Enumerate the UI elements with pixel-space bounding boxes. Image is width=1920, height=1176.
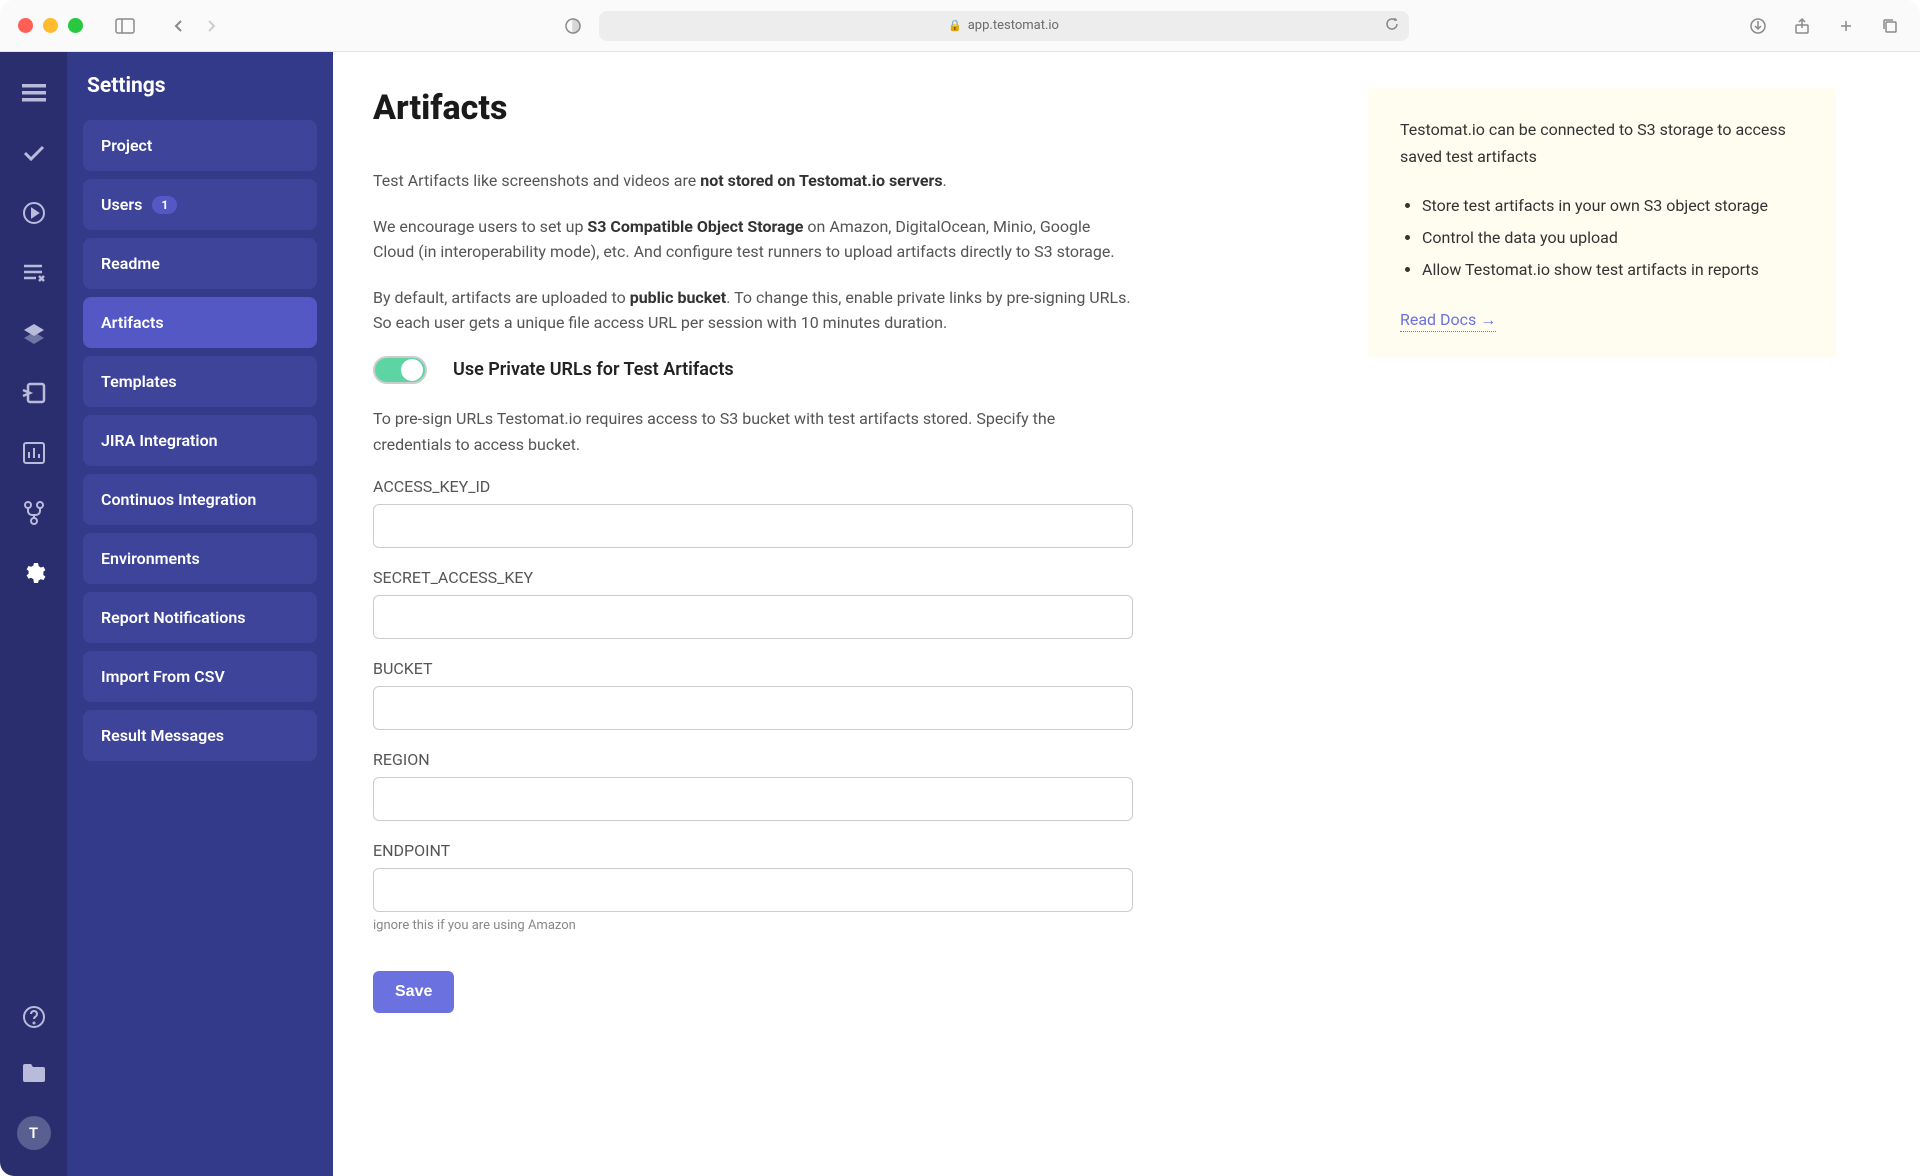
url-bar[interactable]: 🔒 app.testomat.io (599, 11, 1409, 41)
settings-sidebar: Settings Project Users1 Readme Artifacts… (67, 52, 333, 1176)
nav-rail: T (0, 52, 67, 1176)
description-3: By default, artifacts are uploaded to pu… (373, 285, 1133, 336)
sidebar-toggle-icon[interactable] (113, 14, 137, 38)
close-window-button[interactable] (18, 18, 33, 33)
sidebar-item-artifacts[interactable]: Artifacts (83, 297, 317, 348)
back-icon[interactable] (167, 14, 191, 38)
save-button[interactable]: Save (373, 971, 454, 1013)
sidebar-item-project[interactable]: Project (83, 120, 317, 171)
help-icon[interactable] (21, 1004, 47, 1030)
sidebar-item-templates[interactable]: Templates (83, 356, 317, 407)
info-text: Testomat.io can be connected to S3 stora… (1400, 116, 1804, 170)
list-icon[interactable] (21, 260, 47, 286)
sidebar-item-environments[interactable]: Environments (83, 533, 317, 584)
shield-icon[interactable] (561, 14, 585, 38)
chart-icon[interactable] (21, 440, 47, 466)
reload-icon[interactable] (1385, 17, 1399, 35)
window-controls (18, 18, 83, 33)
info-bullet: Control the data you upload (1422, 222, 1804, 254)
description-1: Test Artifacts like screenshots and vide… (373, 168, 1133, 194)
description-2: We encourage users to set up S3 Compatib… (373, 214, 1133, 265)
read-docs-link[interactable]: Read Docs → (1400, 310, 1496, 332)
sidebar-item-jira[interactable]: JIRA Integration (83, 415, 317, 466)
sidebar-item-notifications[interactable]: Report Notifications (83, 592, 317, 643)
new-tab-icon[interactable] (1834, 14, 1858, 38)
endpoint-input[interactable] (373, 868, 1133, 912)
maximize-window-button[interactable] (68, 18, 83, 33)
sidebar-item-ci[interactable]: Continuos Integration (83, 474, 317, 525)
tabs-icon[interactable] (1878, 14, 1902, 38)
endpoint-hint: ignore this if you are using Amazon (373, 918, 1328, 933)
description-4: To pre-sign URLs Testomat.io requires ac… (373, 406, 1133, 457)
sidebar-item-readme[interactable]: Readme (83, 238, 317, 289)
sidebar-item-result-messages[interactable]: Result Messages (83, 710, 317, 761)
branch-icon[interactable] (21, 500, 47, 526)
region-input[interactable] (373, 777, 1133, 821)
forward-icon[interactable] (199, 14, 223, 38)
gear-icon[interactable] (21, 560, 47, 586)
sidebar-item-users[interactable]: Users1 (83, 179, 317, 230)
check-icon[interactable] (21, 140, 47, 166)
share-icon[interactable] (1790, 14, 1814, 38)
lock-icon: 🔒 (948, 19, 962, 32)
toggle-label: Use Private URLs for Test Artifacts (453, 359, 734, 380)
page-title: Artifacts (373, 88, 1328, 128)
play-icon[interactable] (21, 200, 47, 226)
menu-icon[interactable] (21, 80, 47, 106)
import-icon[interactable] (21, 380, 47, 406)
bucket-input[interactable] (373, 686, 1133, 730)
url-text: app.testomat.io (968, 18, 1059, 33)
access-key-id-input[interactable] (373, 504, 1133, 548)
info-bullet: Allow Testomat.io show test artifacts in… (1422, 254, 1804, 286)
download-icon[interactable] (1746, 14, 1770, 38)
avatar[interactable]: T (17, 1116, 51, 1150)
info-bullet: Store test artifacts in your own S3 obje… (1422, 190, 1804, 222)
main-content: Artifacts Test Artifacts like screenshot… (333, 52, 1920, 1176)
sidebar-title: Settings (83, 74, 317, 98)
secret-access-key-label: SECRET_ACCESS_KEY (373, 568, 1328, 587)
private-urls-toggle[interactable] (373, 356, 427, 384)
bucket-label: BUCKET (373, 659, 1328, 678)
folder-icon[interactable] (21, 1060, 47, 1086)
access-key-id-label: ACCESS_KEY_ID (373, 477, 1328, 496)
browser-toolbar: 🔒 app.testomat.io (0, 0, 1920, 52)
sidebar-item-import-csv[interactable]: Import From CSV (83, 651, 317, 702)
secret-access-key-input[interactable] (373, 595, 1133, 639)
endpoint-label: ENDPOINT (373, 841, 1328, 860)
info-box: Testomat.io can be connected to S3 stora… (1368, 88, 1836, 358)
layers-icon[interactable] (21, 320, 47, 346)
region-label: REGION (373, 750, 1328, 769)
users-count-badge: 1 (152, 196, 177, 214)
minimize-window-button[interactable] (43, 18, 58, 33)
